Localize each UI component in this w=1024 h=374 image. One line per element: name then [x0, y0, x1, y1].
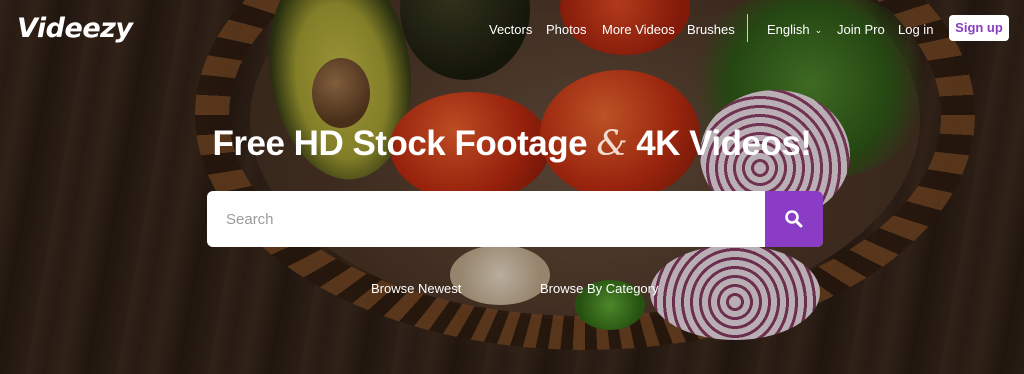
join-pro-link[interactable]: Join Pro: [837, 22, 885, 37]
browse-by-category-link[interactable]: Browse By Category: [540, 281, 659, 296]
nav-vectors[interactable]: Vectors: [489, 22, 532, 37]
login-link[interactable]: Log in: [898, 22, 933, 37]
nav-photos[interactable]: Photos: [546, 22, 586, 37]
videezy-logo[interactable]: Videezy: [17, 13, 133, 44]
search-input[interactable]: [207, 191, 765, 247]
browse-newest-link[interactable]: Browse Newest: [371, 281, 461, 296]
search-bar: [207, 191, 823, 247]
headline-text-2: 4K Videos!: [636, 124, 812, 163]
nav-divider: [747, 14, 748, 42]
nav-more-videos[interactable]: More Videos: [602, 22, 675, 37]
headline-text-1: Free HD Stock Footage: [212, 124, 588, 163]
search-button[interactable]: [765, 191, 823, 247]
top-nav: Videezy Vectors Photos More Videos Brush…: [0, 0, 1024, 58]
language-label: English: [767, 22, 810, 37]
language-selector[interactable]: English ⌄: [767, 22, 822, 37]
nav-brushes[interactable]: Brushes: [687, 22, 735, 37]
chevron-down-icon: ⌄: [814, 25, 823, 35]
headline-ampersand: &: [596, 124, 627, 164]
page-headline: Free HD Stock Footage & 4K Videos!: [0, 124, 1024, 164]
signup-button[interactable]: Sign up: [949, 15, 1009, 41]
search-icon: [785, 210, 803, 228]
